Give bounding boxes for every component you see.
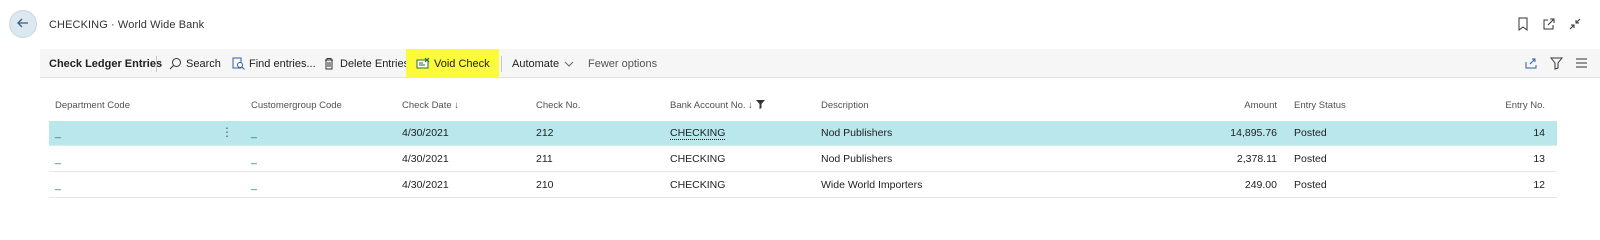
back-button[interactable] (9, 10, 37, 38)
bank-account-no-cell[interactable]: CHECKING (670, 127, 725, 139)
amount-cell: 2,378.11 (1236, 153, 1277, 165)
column-header-amount[interactable]: Amount (1189, 100, 1277, 111)
filter-icon (755, 100, 765, 109)
description-cell: Wide World Importers (821, 179, 923, 191)
entry-status-cell: Posted (1294, 179, 1327, 191)
check-date-label: Check Date (402, 100, 452, 111)
header-icons (1516, 17, 1582, 31)
department-code-cell[interactable]: _ (55, 127, 61, 139)
column-header-department-code[interactable]: Department Code (55, 100, 130, 111)
bank-account-no-cell[interactable]: CHECKING (670, 153, 725, 165)
entry-status-cell: Posted (1294, 127, 1327, 139)
table-row[interactable]: _ _ 4/30/2021 210 CHECKING Wide World Im… (49, 173, 1557, 198)
open-new-window-icon[interactable] (1542, 17, 1556, 31)
column-header-customergroup-code[interactable]: Customergroup Code (251, 100, 342, 111)
check-date-cell: 4/30/2021 (402, 153, 449, 165)
customergroup-code-cell[interactable]: _ (251, 179, 257, 191)
action-separator (156, 56, 157, 72)
delete-entries-button[interactable]: Delete Entries (322, 49, 409, 78)
customergroup-code-cell[interactable]: _ (251, 153, 257, 165)
table-header: Department Code Customergroup Code Check… (49, 96, 1557, 116)
search-button[interactable]: Search (168, 49, 221, 78)
department-code-cell[interactable]: _ (55, 153, 61, 165)
automate-label: Automate (512, 57, 560, 70)
collapse-icon[interactable] (1568, 17, 1582, 31)
find-entries-button[interactable]: Find entries... (231, 49, 316, 78)
void-check-button[interactable]: Void Check (416, 49, 490, 78)
column-header-entry-status[interactable]: Entry Status (1294, 100, 1346, 111)
description-cell: Nod Publishers (821, 153, 893, 165)
amount-cell: 14,895.76 (1230, 127, 1277, 139)
bank-account-no-cell[interactable]: CHECKING (670, 179, 725, 191)
check-date-cell: 4/30/2021 (402, 127, 449, 139)
find-entries-label: Find entries... (249, 57, 316, 70)
customergroup-code-cell[interactable]: _ (251, 127, 257, 139)
void-check-icon (416, 57, 430, 71)
column-header-entry-no[interactable]: Entry No. (1449, 100, 1545, 111)
table-row[interactable]: _ ⋮ _ 4/30/2021 212 CHECKING Nod Publish… (49, 121, 1557, 146)
automate-menu[interactable]: Automate (512, 49, 574, 78)
entry-no-cell: 13 (1533, 153, 1545, 165)
description-cell: Nod Publishers (821, 127, 893, 139)
amount-cell: 249.00 (1244, 179, 1277, 191)
column-header-check-no[interactable]: Check No. (536, 100, 580, 111)
filter-icon[interactable] (1549, 56, 1563, 70)
check-no-cell: 211 (536, 153, 553, 165)
check-no-cell: 210 (536, 179, 554, 191)
page-header: CHECKING · World Wide Bank (0, 0, 1600, 50)
chevron-down-icon (564, 61, 574, 67)
void-check-label: Void Check (434, 57, 490, 70)
check-no-cell: 212 (536, 127, 554, 139)
entry-status-cell: Posted (1294, 153, 1327, 165)
bank-account-no-label: Bank Account No. (670, 100, 746, 111)
page-title: CHECKING · World Wide Bank (49, 19, 205, 31)
entry-no-cell: 12 (1533, 179, 1545, 191)
entry-no-cell: 14 (1533, 127, 1545, 139)
fewer-options-button[interactable]: Fewer options (588, 49, 657, 78)
arrow-left-icon (16, 16, 30, 33)
department-code-cell[interactable]: _ (55, 179, 61, 191)
sort-descending-icon: ↓ (454, 100, 460, 111)
search-label: Search (186, 57, 221, 70)
sort-descending-icon: ↓ (748, 100, 753, 111)
action-bar: Check Ledger Entries Search Find entries… (40, 49, 1600, 78)
check-date-cell: 4/30/2021 (402, 179, 449, 191)
trash-icon (322, 57, 336, 71)
action-bar-right-icons (1524, 56, 1588, 70)
share-icon[interactable] (1524, 56, 1538, 70)
row-menu-icon[interactable]: ⋮ (221, 125, 233, 139)
page-name-menu[interactable]: Check Ledger Entries (49, 49, 162, 78)
column-header-description[interactable]: Description (821, 100, 869, 111)
search-icon (168, 57, 182, 71)
action-separator (501, 56, 502, 72)
column-header-bank-account-no[interactable]: Bank Account No. ↓ (670, 100, 765, 111)
list-icon[interactable] (1574, 56, 1588, 70)
column-header-check-date[interactable]: Check Date ↓ (402, 100, 459, 111)
table-row[interactable]: _ _ 4/30/2021 211 CHECKING Nod Publisher… (49, 147, 1557, 172)
bookmark-icon[interactable] (1516, 17, 1530, 31)
delete-entries-label: Delete Entries (340, 57, 410, 70)
find-entries-icon (231, 57, 245, 71)
